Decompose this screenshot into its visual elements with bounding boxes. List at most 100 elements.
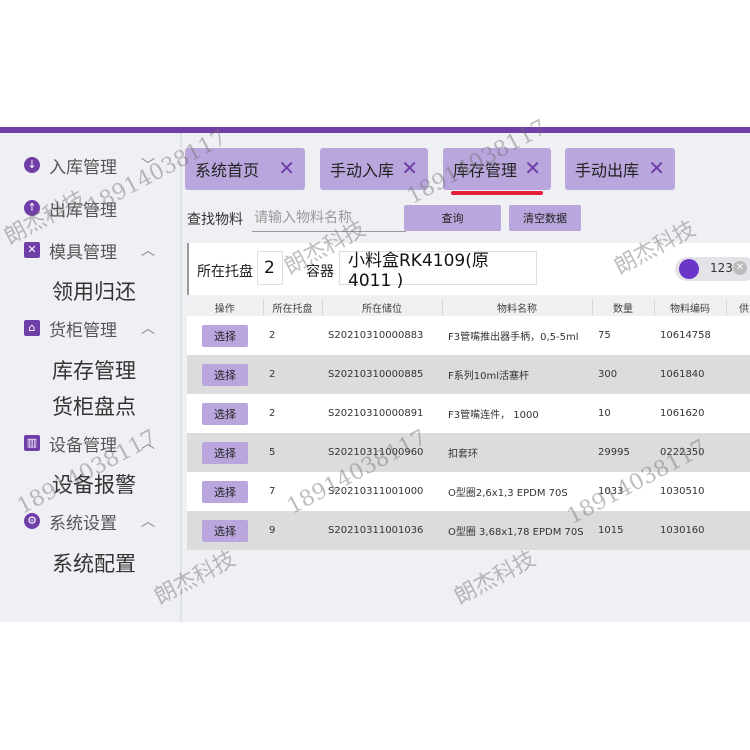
table-row: 选择 2 S20210310000883 F3管嘴推出器手柄，0,5-5ml 7… (187, 316, 750, 355)
menu-cabinet[interactable]: ⌂ 货柜管理 ︿ (0, 308, 180, 348)
column-header: 数量 (592, 299, 655, 316)
table-row: 选择 7 S20210311001000 O型圈2,6x1,3 EPDM 70S… (187, 472, 750, 511)
tab-label: 手动出库 (575, 161, 640, 180)
inventory-table: 操作 所在托盘 所在储位 物料名称 数量 物料编码 供 选择 2 S202103… (187, 299, 750, 550)
column-header: 物料名称 (442, 299, 593, 316)
tab-manual-outbound[interactable]: 手动出库 ✕ (565, 148, 675, 190)
select-button[interactable]: 选择 (202, 519, 248, 542)
gear-icon: ⚙ (24, 513, 40, 529)
cell-name: F3管嘴连件， 1000 (442, 394, 592, 433)
tab-label: 库存管理 (453, 161, 518, 180)
sub-item-cabinet-check[interactable]: 货柜盘点 (52, 391, 136, 421)
select-button[interactable]: 选择 (202, 402, 248, 425)
clear-icon[interactable]: ✕ (733, 261, 747, 275)
menu-outbound[interactable]: ↑ 出库管理 (0, 188, 180, 228)
menu-device[interactable]: ▥ 设备管理 ︿ (0, 423, 180, 463)
column-header: 物料编码 (654, 299, 727, 316)
toggle-switch[interactable]: 123 ✕ (675, 257, 750, 281)
cell-location: S20210310000891 (322, 394, 442, 433)
cell-name: O型圈2,6x1,3 EPDM 70S (442, 472, 592, 511)
sub-item-borrow-return[interactable]: 领用归还 (52, 276, 136, 306)
main-content: 系统首页 ✕ 手动入库 ✕ 库存管理 ✕ 手动出库 ✕ 查找物料 查询 清空数据… (182, 133, 750, 622)
cell-location: S20210311000960 (322, 433, 442, 472)
filter-panel: 所在托盘 2 容器 小料盒RK4109(原4011 ) 123 ✕ (187, 243, 750, 295)
menu-label: 设备管理 (49, 435, 117, 456)
column-header: 所在托盘 (263, 299, 323, 316)
cell-location: S20210310000883 (322, 316, 442, 355)
column-header: 操作 (187, 299, 264, 316)
query-button[interactable]: 查询 (404, 205, 501, 231)
tab-home[interactable]: 系统首页 ✕ (185, 148, 305, 190)
cell-location: S20210311001036 (322, 511, 442, 550)
toggle-value: 123 (710, 261, 733, 275)
close-icon[interactable]: ✕ (524, 156, 541, 180)
tray-label: 所在托盘 (197, 264, 253, 280)
cell-qty: 300 (592, 355, 654, 394)
table-row: 选择 5 S20210311000960 扣套环 29995 0222350 (187, 433, 750, 472)
toggle-knob (679, 259, 699, 279)
cell-name: 扣套环 (442, 433, 592, 472)
tray-field[interactable]: 2 (257, 251, 283, 285)
menu-inbound[interactable]: ↓ 入库管理 ﹀ (0, 145, 180, 185)
table-header: 操作 所在托盘 所在储位 物料名称 数量 物料编码 供 (187, 299, 750, 316)
home-icon: ⌂ (24, 320, 40, 336)
menu-label: 货柜管理 (49, 320, 117, 341)
cell-name: F系列10ml活塞杆 (442, 355, 592, 394)
search-label: 查找物料 (187, 212, 243, 228)
cell-code: 1061620 (654, 394, 726, 433)
menu-label: 模具管理 (49, 242, 117, 263)
table-row: 选择 2 S20210310000885 F系列10ml活塞杆 300 1061… (187, 355, 750, 394)
table-row: 选择 2 S20210310000891 F3管嘴连件， 1000 10 106… (187, 394, 750, 433)
cell-code: 0222350 (654, 433, 726, 472)
sub-item-device-alarm[interactable]: 设备报警 (52, 469, 136, 499)
clear-button[interactable]: 清空数据 (509, 205, 581, 231)
cell-tray: 5 (263, 433, 322, 472)
chevron-up-icon: ︿ (141, 243, 155, 259)
cell-qty: 29995 (592, 433, 654, 472)
select-button[interactable]: 选择 (202, 441, 248, 464)
chevron-up-icon: ︿ (141, 514, 155, 530)
device-icon: ▥ (24, 435, 40, 451)
cell-code: 1061840 (654, 355, 726, 394)
select-button[interactable]: 选择 (202, 363, 248, 386)
sub-item-system-config[interactable]: 系统配置 (52, 548, 136, 578)
cell-tray: 9 (263, 511, 322, 550)
cell-tray: 2 (263, 316, 322, 355)
chevron-up-icon: ︿ (141, 321, 155, 337)
column-header: 供 (726, 299, 750, 316)
cell-tray: 2 (263, 394, 322, 433)
select-button[interactable]: 选择 (202, 480, 248, 503)
chevron-down-icon: ﹀ (141, 158, 155, 174)
sidebar: ↓ 入库管理 ﹀ ↑ 出库管理 ✕ 模具管理 ︿ 领用归还 ⌂ 货柜管理 ︿ 库… (0, 133, 182, 622)
cell-qty: 75 (592, 316, 654, 355)
chevron-up-icon: ︿ (141, 436, 155, 452)
menu-label: 出库管理 (49, 200, 117, 221)
container-label: 容器 (306, 264, 334, 280)
cell-tray: 2 (263, 355, 322, 394)
select-button[interactable]: 选择 (202, 324, 248, 347)
arrow-down-circle-icon: ↓ (24, 157, 40, 173)
column-header: 所在储位 (322, 299, 443, 316)
cell-tray: 7 (263, 472, 322, 511)
cell-qty: 1015 (592, 511, 654, 550)
cell-location: S20210311001000 (322, 472, 442, 511)
close-icon[interactable]: ✕ (401, 156, 418, 180)
cell-name: F3管嘴推出器手柄，0,5-5ml (442, 316, 592, 355)
menu-mold[interactable]: ✕ 模具管理 ︿ (0, 230, 180, 270)
arrow-up-circle-icon: ↑ (24, 200, 40, 216)
cell-code: 1030160 (654, 511, 726, 550)
search-input[interactable] (252, 205, 406, 232)
menu-label: 入库管理 (49, 157, 117, 178)
close-icon[interactable]: ✕ (648, 156, 665, 180)
menu-label: 系统设置 (49, 513, 117, 534)
menu-system[interactable]: ⚙ 系统设置 ︿ (0, 501, 180, 541)
sub-item-inventory[interactable]: 库存管理 (52, 355, 136, 385)
close-icon[interactable]: ✕ (278, 156, 295, 180)
active-tab-indicator (451, 191, 543, 195)
tab-inventory[interactable]: 库存管理 ✕ (443, 148, 551, 195)
cell-qty: 1033 (592, 472, 654, 511)
tools-icon: ✕ (24, 242, 40, 258)
tab-manual-inbound[interactable]: 手动入库 ✕ (320, 148, 428, 190)
container-field[interactable]: 小料盒RK4109(原4011 ) (339, 251, 537, 291)
tab-label: 系统首页 (195, 161, 260, 180)
